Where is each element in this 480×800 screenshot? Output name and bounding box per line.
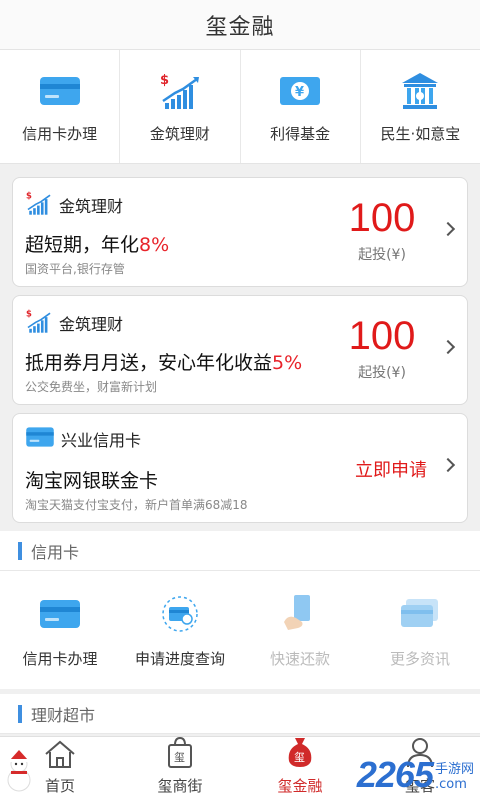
snowman-icon	[2, 748, 36, 796]
svg-text:$: $	[160, 73, 169, 88]
money-bag-icon: 玺	[285, 735, 315, 773]
card-title: 淘宝网银联金卡	[25, 470, 159, 492]
section-accent-bar	[18, 704, 22, 723]
service-quick-repay[interactable]: 快速还款	[240, 571, 360, 689]
service-credit-card-apply[interactable]: 信用卡办理	[0, 571, 120, 689]
svg-text:¥: ¥	[295, 85, 304, 100]
card-amount-unit: 起投(¥)	[358, 365, 406, 381]
svg-text:$: $	[26, 308, 32, 318]
yuan-bill-icon: ¥	[279, 69, 321, 113]
card-subtitle: 淘宝天猫支付宝支付，新户首单满68减18	[25, 498, 248, 512]
watermark-text: 手游网	[434, 762, 474, 777]
chevron-right-icon	[440, 339, 456, 355]
card-brand-name: 金筑理财	[59, 197, 124, 216]
app-header: 玺金融	[0, 0, 480, 50]
quick-item-label: 利得基金	[270, 125, 331, 143]
section-header-finance: 理财超市	[0, 694, 480, 734]
card-subtitle: 公交免费坐，财富新计划	[25, 380, 158, 394]
more-info-icon	[398, 592, 442, 636]
card-brand: $ 金筑理财	[25, 190, 123, 220]
credit-card-offer[interactable]: 兴业信用卡 淘宝网银联金卡 淘宝天猫支付宝支付，新户首单满68减18 立即申请	[12, 413, 468, 523]
quick-item-credit-card[interactable]: 信用卡办理	[0, 50, 121, 163]
tab-label: 玺金融	[277, 777, 323, 795]
product-card-list: $ 金筑理财 超短期，年化8% 国资平台,银行存管 100 起投(¥) $ 金筑…	[0, 164, 480, 523]
section-finance-market: 理财超市	[0, 694, 480, 734]
apply-now-button[interactable]: 立即申请	[355, 456, 427, 482]
site-watermark: 2265 手游网 .com	[357, 754, 474, 796]
progress-query-icon	[158, 592, 202, 636]
home-icon	[43, 739, 77, 773]
card-brand-name: 金筑理财	[59, 315, 124, 334]
card-title: 抵用券月月送，安心年化收益5%	[25, 348, 302, 375]
quick-item-jinzhu[interactable]: $ 金筑理财	[120, 50, 241, 163]
quick-item-label: 金筑理财	[149, 125, 210, 143]
svg-text:玺: 玺	[174, 751, 185, 764]
service-progress-query[interactable]: 申请进度查询	[120, 571, 240, 689]
tab-label: 玺商街	[157, 777, 203, 795]
service-label: 快速还款	[269, 649, 330, 668]
tab-finance[interactable]: 玺 玺金融	[240, 737, 360, 800]
card-amount-unit: 起投(¥)	[358, 247, 406, 263]
card-brand: $ 金筑理财	[25, 308, 123, 338]
card-min-amount: 100	[348, 314, 416, 358]
section-accent-bar	[18, 541, 22, 560]
watermark-domain: .com	[434, 777, 467, 792]
quick-item-label: 信用卡办理	[22, 125, 98, 143]
section-header-credit-card: 信用卡	[0, 531, 480, 571]
shopping-bag-icon: 玺	[165, 735, 195, 773]
watermark-number: 2265	[356, 754, 434, 795]
credit-card-icon	[39, 69, 81, 113]
card-subtitle: 国资平台,银行存管	[25, 262, 125, 276]
bank-building-icon	[400, 69, 440, 113]
credit-card-icon	[25, 426, 55, 452]
chevron-right-icon	[440, 457, 456, 473]
tab-label: 首页	[44, 777, 75, 795]
section-title: 信用卡	[31, 542, 80, 562]
section-title: 理财超市	[31, 705, 96, 725]
quick-entry-bar: 信用卡办理 $ 金筑理财 ¥ 利得基金 民生·如意宝	[0, 50, 480, 164]
service-label: 更多资讯	[389, 649, 450, 668]
watermark-text-group: 手游网 .com	[433, 758, 474, 792]
growth-chart-icon: $	[25, 190, 53, 220]
credit-card-icon	[39, 592, 81, 636]
growth-chart-icon: $	[25, 308, 53, 338]
product-card[interactable]: $ 金筑理财 超短期，年化8% 国资平台,银行存管 100 起投(¥)	[12, 177, 468, 287]
product-card[interactable]: $ 金筑理财 抵用券月月送，安心年化收益5% 公交免费坐，财富新计划 100 起…	[12, 295, 468, 405]
quick-item-label: 民生·如意宝	[380, 125, 461, 143]
credit-card-services: 信用卡办理 申请进度查询 快速还款 更多资讯	[0, 571, 480, 689]
quick-item-lide-fund[interactable]: ¥ 利得基金	[241, 50, 361, 163]
tab-shop-street[interactable]: 玺 玺商街	[120, 735, 240, 800]
quick-repay-icon	[278, 592, 322, 636]
service-more-info[interactable]: 更多资讯	[360, 571, 480, 689]
card-min-amount: 100	[348, 196, 416, 240]
service-label: 申请进度查询	[134, 649, 225, 668]
card-brand: 兴业信用卡	[25, 426, 141, 452]
card-title-text: 超短期，年化	[25, 234, 140, 256]
card-brand-name: 兴业信用卡	[61, 431, 142, 450]
service-label: 信用卡办理	[22, 649, 98, 668]
card-rate: 8%	[139, 234, 170, 256]
page-title: 玺金融	[205, 14, 275, 40]
card-title: 超短期，年化8%	[25, 230, 169, 257]
quick-item-minsheng[interactable]: 民生·如意宝	[361, 50, 480, 163]
growth-chart-icon: $	[159, 69, 201, 113]
card-rate: 5%	[272, 352, 303, 374]
card-title-text: 抵用券月月送，安心年化收益	[25, 352, 273, 374]
svg-text:$: $	[26, 190, 32, 200]
chevron-right-icon	[440, 221, 456, 237]
svg-text:玺: 玺	[294, 751, 305, 764]
